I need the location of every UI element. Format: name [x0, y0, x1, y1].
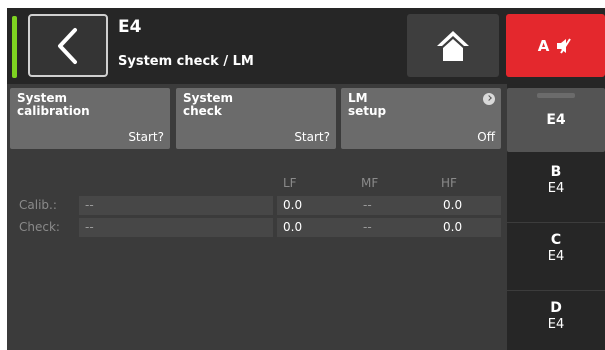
system-check-title: System check [183, 91, 233, 118]
channel-tab-d[interactable]: D E4 [507, 300, 605, 332]
system-calibration-title: System calibration [17, 91, 90, 118]
system-calibration-value: Start? [128, 130, 164, 144]
channel-c-sub: E4 [547, 249, 565, 264]
lm-setup-value: Off [477, 130, 495, 144]
row-label-check: Check: [19, 220, 60, 234]
channel-b-sub: E4 [547, 181, 565, 196]
channel-tab-b[interactable]: B E4 [507, 164, 605, 196]
column-header-hf: HF [441, 176, 457, 190]
row-label-calib: Calib.: [19, 198, 57, 212]
home-icon [437, 30, 469, 61]
column-header-lf: LF [283, 176, 297, 190]
calib-status: -- [79, 196, 273, 215]
calib-hf: 0.0 [437, 196, 501, 215]
device-name: E4 [118, 17, 142, 37]
back-chevron-icon [58, 27, 77, 64]
channel-d-sub: E4 [547, 317, 565, 332]
status-indicator [12, 16, 17, 78]
device-screen: E4 System check / LM A System calibratio… [7, 8, 605, 350]
active-channel-label: E4 [546, 112, 566, 128]
divider [507, 222, 605, 223]
top-bar: E4 System check / LM A [7, 8, 605, 84]
channel-b-letter: B [550, 164, 562, 180]
channel-tab-active[interactable]: E4 [507, 88, 605, 152]
check-mf: -- [357, 218, 437, 237]
back-button[interactable] [28, 14, 108, 77]
divider [507, 290, 605, 291]
lm-setup-button[interactable]: LM setup Off [341, 88, 501, 149]
info-arrow-icon [483, 93, 495, 105]
system-calibration-button[interactable]: System calibration Start? [10, 88, 170, 149]
mute-label: A [537, 36, 550, 55]
home-button[interactable] [407, 14, 499, 77]
mute-button[interactable]: A [506, 14, 605, 77]
channel-tab-c[interactable]: C E4 [507, 232, 605, 264]
check-lf: 0.0 [277, 218, 357, 237]
page-title: System check / LM [118, 54, 254, 69]
drag-handle [537, 93, 575, 98]
system-check-button[interactable]: System check Start? [176, 88, 336, 149]
system-check-value: Start? [294, 130, 330, 144]
channel-d-letter: D [550, 300, 562, 316]
calib-mf: -- [357, 196, 437, 215]
lm-setup-title: LM setup [348, 91, 387, 118]
check-hf: 0.0 [437, 218, 501, 237]
column-header-mf: MF [361, 176, 379, 190]
calib-lf: 0.0 [277, 196, 357, 215]
channel-c-letter: C [550, 232, 562, 248]
channel-sidebar: E4 B E4 C E4 D E4 [507, 84, 605, 350]
check-status: -- [79, 218, 273, 237]
speaker-muted-icon [557, 37, 572, 54]
